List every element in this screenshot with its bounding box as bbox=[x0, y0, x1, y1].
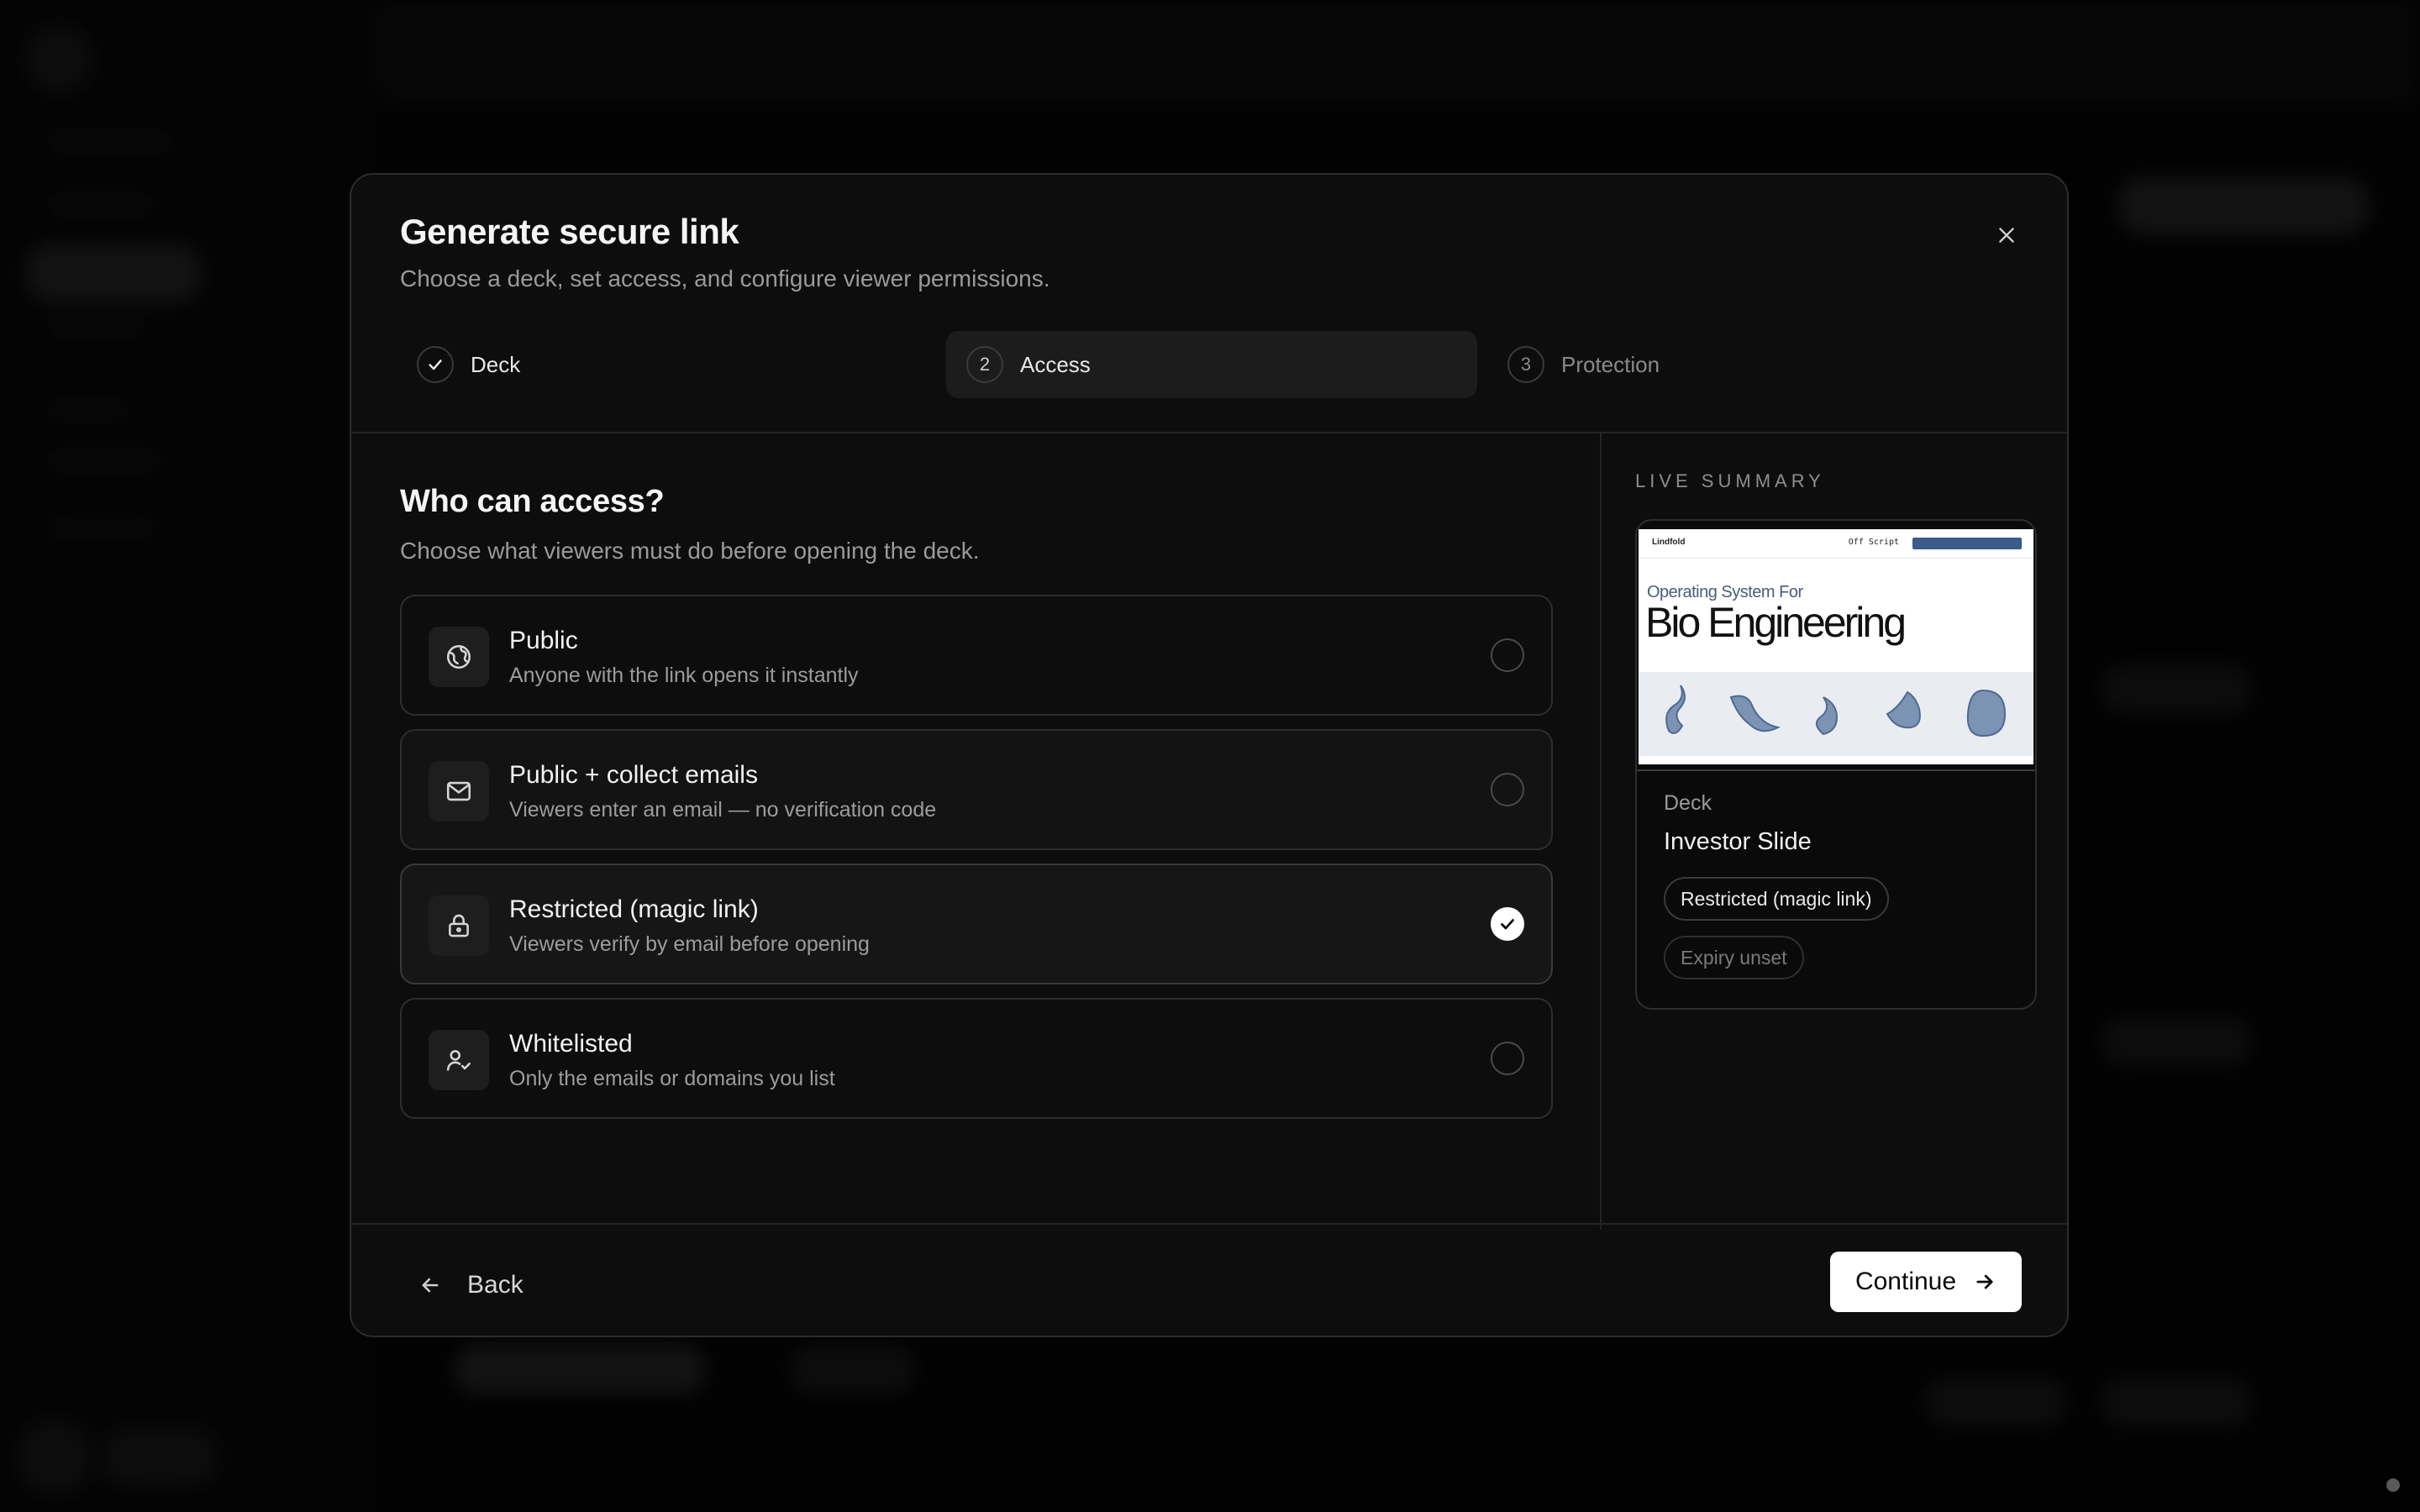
user-check-icon bbox=[446, 1050, 471, 1071]
globe-icon bbox=[446, 644, 471, 669]
radio-button[interactable] bbox=[1491, 638, 1524, 672]
step-deck[interactable]: Deck bbox=[400, 331, 929, 398]
thumbnail-divider bbox=[1637, 769, 2035, 771]
option-whitelisted[interactable]: Whitelisted Only the emails or domains y… bbox=[400, 998, 1553, 1119]
close-button[interactable] bbox=[1988, 217, 2025, 254]
radio-button[interactable] bbox=[1491, 773, 1524, 806]
section-subtitle: Choose what viewers must do before openi… bbox=[400, 538, 980, 564]
thumbnail-logo: Lindfold bbox=[1652, 538, 1686, 547]
divider bbox=[1600, 433, 1602, 1230]
option-title: Public bbox=[509, 627, 578, 654]
option-icon-wrap bbox=[429, 1030, 489, 1090]
option-icon-wrap bbox=[429, 895, 489, 956]
thumbnail-protein-strip bbox=[1639, 672, 2033, 756]
lock-icon bbox=[449, 914, 469, 937]
step-access[interactable]: 2 Access bbox=[946, 331, 1477, 398]
arrow-right-icon bbox=[1976, 1274, 1993, 1289]
option-public[interactable]: Public Anyone with the link opens it ins… bbox=[400, 595, 1553, 716]
step-complete-indicator bbox=[417, 346, 454, 383]
step-number: 2 bbox=[966, 346, 1003, 383]
step-label: Access bbox=[1020, 351, 1091, 377]
continue-label: Continue bbox=[1854, 1268, 1957, 1295]
continue-button[interactable]: Continue bbox=[1830, 1252, 2022, 1312]
option-description: Viewers enter an email — no verification… bbox=[509, 798, 937, 822]
check-icon bbox=[429, 360, 442, 370]
stepper: Deck 2 Access 3 Protection bbox=[400, 331, 2022, 398]
option-title: Whitelisted bbox=[509, 1030, 633, 1058]
radio-button-selected[interactable] bbox=[1491, 907, 1524, 941]
step-number: 3 bbox=[1507, 346, 1544, 383]
arrow-left-icon bbox=[422, 1278, 439, 1293]
divider bbox=[351, 1223, 2067, 1225]
section-title: Who can access? bbox=[400, 484, 665, 519]
option-icon-wrap bbox=[429, 627, 489, 687]
live-summary-label: LIVE SUMMARY bbox=[1635, 470, 1825, 491]
check-icon bbox=[1501, 919, 1514, 930]
back-label: Back bbox=[467, 1271, 523, 1299]
summary-deck-label: Deck bbox=[1664, 791, 1712, 815]
option-icon-wrap bbox=[429, 761, 489, 822]
back-button[interactable]: Back bbox=[418, 1258, 523, 1312]
thumbnail-nav-button bbox=[1912, 538, 2022, 549]
generate-link-modal: Generate secure link Choose a deck, set … bbox=[350, 173, 2069, 1337]
radio-button[interactable] bbox=[1491, 1042, 1524, 1075]
protein-structures-illustration bbox=[1665, 685, 2007, 738]
mail-icon bbox=[446, 781, 471, 801]
option-title: Restricted (magic link) bbox=[509, 895, 759, 923]
status-dot bbox=[2386, 1478, 2400, 1492]
modal-subtitle: Choose a deck, set access, and configure… bbox=[400, 265, 1050, 291]
step-label: Protection bbox=[1561, 351, 1660, 377]
divider bbox=[351, 432, 2067, 433]
access-type-pill: Restricted (magic link) bbox=[1664, 877, 1889, 921]
option-description: Viewers verify by email before opening bbox=[509, 932, 870, 956]
option-description: Only the emails or domains you list bbox=[509, 1067, 835, 1090]
summary-card: Lindfold Off Script Operating System For… bbox=[1635, 519, 2037, 1010]
option-description: Anyone with the link opens it instantly bbox=[509, 664, 859, 687]
option-title: Public + collect emails bbox=[509, 761, 758, 789]
modal-title: Generate secure link bbox=[400, 212, 739, 251]
step-label: Deck bbox=[471, 351, 521, 377]
thumbnail-nav: Off Script bbox=[1848, 538, 1899, 547]
option-restricted-magic-link[interactable]: Restricted (magic link) Viewers verify b… bbox=[400, 864, 1553, 984]
close-icon bbox=[1999, 228, 2014, 243]
summary-deck-name: Investor Slide bbox=[1664, 828, 1812, 855]
option-public-collect-emails[interactable]: Public + collect emails Viewers enter an… bbox=[400, 729, 1553, 850]
step-protection[interactable]: 3 Protection bbox=[1492, 331, 2022, 398]
expiry-pill: Expiry unset bbox=[1664, 936, 1804, 979]
thumbnail-headline: Bio Engineering bbox=[1645, 599, 1907, 646]
deck-thumbnail: Lindfold Off Script Operating System For… bbox=[1639, 529, 2033, 764]
